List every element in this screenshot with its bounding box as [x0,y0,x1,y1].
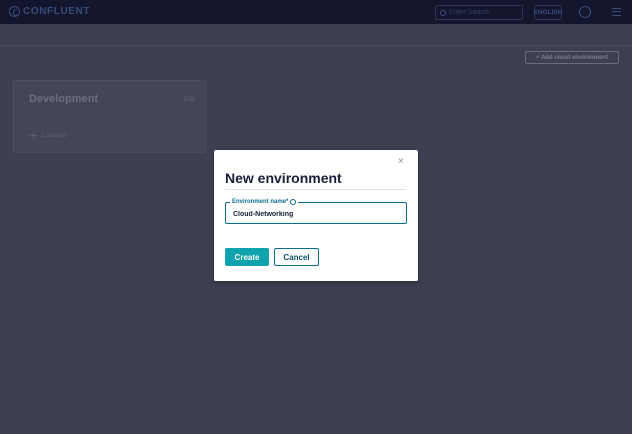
global-search[interactable]: Enter Search [435,5,523,20]
environment-name: Development [29,93,99,105]
new-environment-dialog: × New environment Environment name* Crea… [214,150,418,281]
cancel-button[interactable]: Cancel [274,248,319,266]
logo-text: CONFLUENT [23,6,91,17]
cluster-count: 0 clusters [30,132,67,139]
top-nav-bar: CONFLUENT Enter Search ENGLISH [0,0,632,24]
language-selector[interactable]: ENGLISH [534,5,562,20]
dialog-title: New environment [225,170,342,186]
confluent-logo-icon [9,6,20,17]
environment-name-input[interactable] [233,209,398,219]
environment-name-label-text: Environment name* [232,199,289,205]
environment-name-field: Environment name* [225,198,407,224]
environment-name-label: Environment name* [230,198,299,206]
cluster-icon [30,132,37,139]
add-cloud-environment-button[interactable]: + Add cloud environment [525,51,619,64]
dialog-divider [225,189,406,190]
close-icon[interactable]: × [398,156,404,168]
help-icon[interactable] [579,6,591,18]
environment-card[interactable]: Development Edit 0 clusters [13,80,206,153]
search-icon [440,9,446,16]
header-divider [0,45,632,46]
create-button[interactable]: Create [225,248,269,266]
info-icon[interactable] [290,199,297,205]
cluster-count-label: 0 clusters [41,132,67,139]
menu-icon[interactable] [612,8,621,16]
edit-environment-link[interactable]: Edit [184,97,194,103]
confluent-logo[interactable]: CONFLUENT [9,6,90,17]
search-placeholder: Enter Search [449,9,490,16]
